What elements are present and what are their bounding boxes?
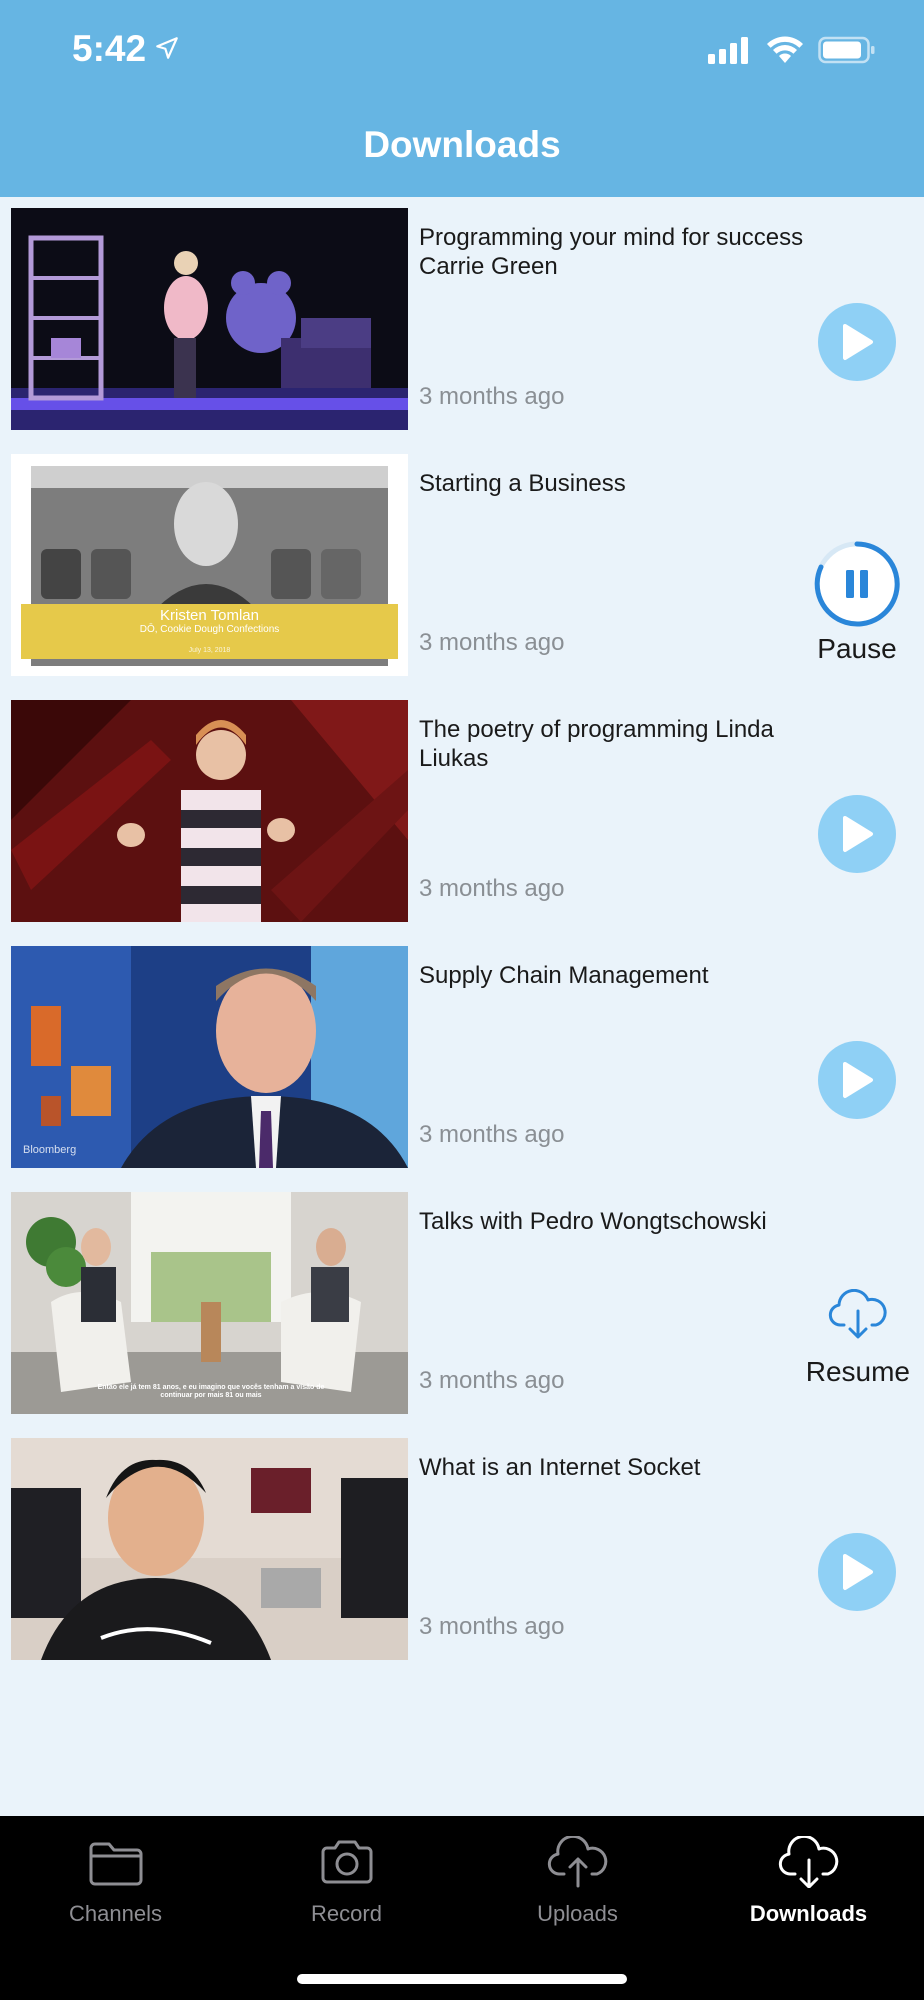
cloud-upload-icon [546,1834,610,1893]
video-thumbnail[interactable]: Então ele já tem 81 anos, e eu imagino q… [11,1192,408,1414]
video-thumbnail[interactable]: Bloomberg [11,946,408,1168]
home-indicator[interactable] [297,1974,627,1984]
tab-label: Uploads [537,1901,618,1926]
item-title: Talks with Pedro Wongtschowski [419,1208,767,1235]
resume-button[interactable]: Resume [805,1288,910,1388]
item-title: The poetry of programming Linda Liukas [419,716,774,772]
item-title: What is an Internet Socket [419,1454,701,1481]
list-item[interactable]: Bloomberg Supply Chain Management 3 mont… [0,935,924,1168]
thumbnail-caption: Kristen Tomlan DŌ, Cookie Dough Confecti… [21,604,398,659]
item-timestamp: 3 months ago [419,629,565,656]
item-title: Programming your mind for success Carrie… [419,224,804,280]
play-icon[interactable] [818,1533,896,1611]
tab-bar: Channels Record Uploads Downloads [0,1816,924,2000]
tab-record[interactable]: Record [231,1836,462,1927]
video-thumbnail[interactable] [11,700,408,922]
play-button[interactable] [818,1533,896,1611]
caption-name: Kristen Tomlan [160,607,259,624]
play-button[interactable] [818,1041,896,1119]
item-timestamp: 3 months ago [419,1367,565,1394]
cellular-signal-icon [708,36,752,69]
list-item[interactable]: Programming your mind for success Carrie… [0,197,924,430]
folder-icon [86,1836,146,1893]
item-timestamp: 3 months ago [419,875,565,902]
tab-label: Record [311,1901,382,1926]
play-icon[interactable] [818,1041,896,1119]
caption-role: DŌ, Cookie Dough Confections [139,624,280,635]
item-timestamp: 3 months ago [419,1121,565,1148]
status-bar-time: 5:42 [72,28,180,70]
tab-channels[interactable]: Channels [0,1836,231,1927]
resume-label: Resume [805,1356,910,1387]
list-item[interactable]: Kristen Tomlan DŌ, Cookie Dough Confecti… [0,443,924,676]
thumbnail-watermark: Bloomberg [23,1144,77,1156]
list-item[interactable]: What is an Internet Socket 3 months ago [0,1427,924,1660]
tab-label: Channels [69,1901,162,1926]
tab-downloads[interactable]: Downloads [693,1834,924,1927]
play-icon[interactable] [818,303,896,381]
page-title: Downloads [363,124,561,165]
tab-uploads[interactable]: Uploads [462,1834,693,1927]
tab-label: Downloads [749,1901,868,1926]
play-button[interactable] [818,795,896,873]
thumbnail-subtitle: Então ele já tem 81 anos, e eu imagino q… [97,1384,325,1399]
pause-label: Pause [817,633,897,664]
header: 5:42 Downloads [0,0,924,197]
item-timestamp: 3 months ago [419,383,565,410]
cloud-download-icon [777,1834,841,1893]
video-thumbnail[interactable]: Kristen Tomlan DŌ, Cookie Dough Confecti… [11,454,408,676]
video-thumbnail[interactable] [11,208,408,430]
item-title: Starting a Business [419,470,626,497]
item-title: Supply Chain Management [419,962,709,989]
location-arrow-icon [154,28,180,70]
cloud-download-icon[interactable] [828,1288,888,1344]
battery-icon [818,36,876,69]
play-button[interactable] [818,303,896,381]
status-bar-right [708,36,876,69]
wifi-icon [766,36,804,69]
video-thumbnail[interactable] [11,1438,408,1660]
item-timestamp: 3 months ago [419,1613,565,1640]
clock: 5:42 [72,28,147,69]
camera-icon [317,1836,377,1893]
play-icon[interactable] [818,795,896,873]
caption-date: July 13, 2018 [188,647,231,654]
pause-icon[interactable] [812,539,902,629]
list-item[interactable]: Então ele já tem 81 anos, e eu imagino q… [0,1181,924,1414]
pause-button[interactable]: Pause [812,539,902,665]
list-item[interactable]: The poetry of programming Linda Liukas 3… [0,689,924,922]
